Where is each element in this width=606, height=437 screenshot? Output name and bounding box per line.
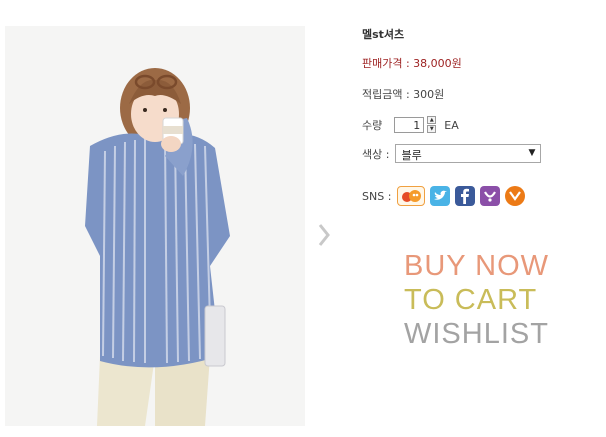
quantity-input[interactable] <box>394 117 425 133</box>
yozm-icon[interactable] <box>480 186 501 206</box>
product-photo <box>5 26 305 426</box>
color-row: 색상 : 블루 ▼ <box>362 144 542 163</box>
points-text: 적립금액 : 300원 <box>362 88 445 101</box>
quantity-row: 수량 ▲ ▼ EA <box>362 116 459 134</box>
color-label: 색상 : <box>362 147 390 161</box>
quantity-up-button[interactable]: ▲ <box>427 116 437 124</box>
price-text: 판매가격 : 38,000원 <box>362 57 462 70</box>
quantity-label: 수량 <box>362 119 383 132</box>
quantity-unit: EA <box>444 118 459 132</box>
quantity-stepper: ▲ ▼ <box>427 116 437 134</box>
model-illustration <box>5 26 305 426</box>
sns-row: SNS : <box>362 186 530 206</box>
color-select[interactable]: 블루 ▼ <box>395 144 542 163</box>
next-image-arrow-icon[interactable] <box>317 222 331 248</box>
add-to-cart-button[interactable]: TO CART <box>404 286 537 315</box>
quantity-down-button[interactable]: ▼ <box>427 125 437 133</box>
color-selected-value: 블루 <box>401 149 422 162</box>
twitter-icon[interactable] <box>430 186 451 206</box>
product-name: 멜st셔츠 <box>362 28 405 41</box>
me2day-icon[interactable] <box>397 186 426 206</box>
sns-label: SNS : <box>362 189 392 203</box>
cyworld-icon[interactable] <box>505 186 526 206</box>
wishlist-button[interactable]: WISHLIST <box>404 320 549 349</box>
chevron-down-icon: ▼ <box>528 148 536 158</box>
buy-now-button[interactable]: BUY NOW <box>404 252 549 281</box>
facebook-icon[interactable] <box>455 186 476 206</box>
